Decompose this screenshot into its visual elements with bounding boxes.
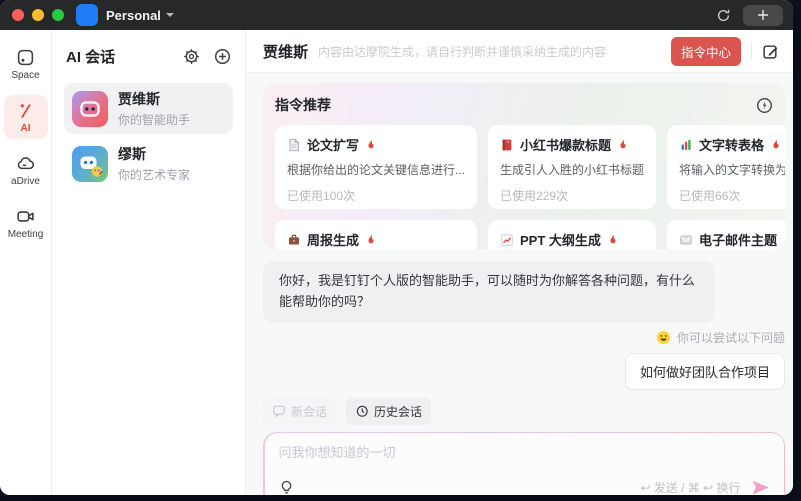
rail-item-label: aDrive (11, 176, 40, 187)
app-logo (76, 4, 98, 26)
video-camera-icon (16, 207, 35, 226)
nav-rail: Space AI aDrive Meeting (0, 30, 52, 495)
assistant-message-bubble: 你好，我是钉钉个人版的智能助手，可以随时为你解答各种问题，有什么能帮助你的吗？ (263, 261, 715, 323)
conversation-desc: 你的智能助手 (118, 111, 190, 128)
smiley-emoji-icon (656, 330, 671, 345)
flame-hot-icon (770, 138, 782, 151)
app-window: Personal Space AI (0, 0, 793, 495)
panel-title: 指令推荐 (275, 95, 331, 115)
composer: ↩ 发送 / ⌘ ↩ 换行 (265, 433, 784, 495)
prompt-card-usage: 已使用66次 (679, 187, 785, 204)
prompt-card-usage: 已使用100次 (287, 187, 465, 204)
command-center-button[interactable]: 指令中心 (671, 37, 741, 66)
conversation-item-muse[interactable]: 缪斯 你的艺术专家 (64, 138, 233, 189)
history-button[interactable]: 历史会话 (346, 398, 431, 425)
prompt-card[interactable]: 小红书爆款标题 生成引人入胜的小红书标题 已使用229次 (488, 125, 656, 209)
send-shortcut-hint: ↩ 发送 / ⌘ ↩ 换行 (640, 479, 740, 495)
prompt-card[interactable]: 文字转表格 将输入的文字转换为表格 已使用66次 (667, 125, 785, 209)
history-clock-icon (355, 404, 369, 418)
titlebar: Personal (0, 0, 793, 30)
jarvis-avatar (72, 91, 108, 127)
rail-item-label: AI (21, 123, 31, 134)
refresh-prompts-icon[interactable] (756, 97, 773, 114)
rail-item-label: Space (11, 70, 39, 81)
composer-border: ↩ 发送 / ⌘ ↩ 换行 (263, 432, 785, 495)
chat-header: 贾维斯 内容由达摩院生成，请自行判断并谨慎采纳生成的内容 指令中心 (246, 30, 793, 73)
space-icon (16, 48, 35, 67)
flame-hot-icon (617, 138, 629, 151)
prompt-card[interactable]: 电子邮件主题 (667, 220, 785, 249)
rail-item-adrive[interactable]: aDrive (4, 148, 48, 192)
prompt-cards-grid: 论文扩写 根据你给出的论文关键信息进行... 已使用100次 小红书爆款标题 (275, 125, 773, 249)
muse-avatar (72, 146, 108, 182)
prompt-card[interactable]: 论文扩写 根据你给出的论文关键信息进行... 已使用100次 (275, 125, 477, 209)
chat-scroll-area[interactable]: 指令推荐 论文扩写 根据你给出的论文关键信息进行... (246, 73, 793, 495)
conversation-item-jarvis[interactable]: 贾维斯 你的智能助手 (64, 83, 233, 134)
flame-hot-icon (783, 233, 785, 246)
lightbulb-icon[interactable] (279, 480, 294, 495)
sidebar-title: AI 会话 (66, 46, 115, 67)
chat-actions: 新会话 历史会话 (263, 398, 785, 425)
prompt-card[interactable]: 周报生成 (275, 220, 477, 249)
chevron-down-icon (166, 13, 174, 17)
workspace-name: Personal (106, 8, 161, 23)
line-chart-icon (500, 233, 514, 247)
ai-disclaimer: 内容由达摩院生成，请自行判断并谨慎采纳生成的内容 (318, 43, 606, 60)
chat-title: 贾维斯 (263, 41, 308, 62)
conversation-sidebar: AI 会话 贾维斯 你的智能助手 (52, 30, 246, 495)
mail-icon (679, 233, 693, 247)
rail-item-ai[interactable]: AI (4, 95, 48, 139)
suggestion-tip-label: 你可以尝试以下问题 (677, 329, 785, 346)
conversation-desc: 你的艺术专家 (118, 166, 190, 183)
rail-item-meeting[interactable]: Meeting (4, 201, 48, 245)
rail-item-space[interactable]: Space (4, 42, 48, 86)
plus-icon (757, 9, 769, 21)
divider (751, 43, 752, 59)
document-icon (287, 138, 301, 152)
conversation-name: 缪斯 (118, 144, 190, 164)
flame-hot-icon (365, 138, 377, 151)
ai-magic-pen-icon (16, 101, 35, 120)
traffic-lights (12, 9, 64, 21)
new-tab-button[interactable] (743, 5, 783, 26)
chat-main: 贾维斯 内容由达摩院生成，请自行判断并谨慎采纳生成的内容 指令中心 指令推荐 (246, 30, 793, 495)
settings-gear-icon[interactable] (183, 48, 200, 65)
new-conversation-plus-icon[interactable] (214, 48, 231, 65)
briefcase-icon (287, 233, 301, 247)
send-button[interactable] (751, 479, 770, 495)
bar-chart-icon (679, 138, 693, 152)
prompt-recommendation-panel: 指令推荐 论文扩写 根据你给出的论文关键信息进行... (263, 83, 785, 249)
workspace-switcher[interactable]: Personal (106, 8, 174, 23)
prompt-card-usage: 已使用229次 (500, 187, 644, 204)
prompt-card-desc: 将输入的文字转换为表格 (679, 161, 785, 178)
rail-item-label: Meeting (8, 229, 44, 240)
flame-hot-icon (607, 233, 619, 246)
suggestion-tip-row: 你可以尝试以下问题 (263, 329, 785, 346)
red-book-icon (500, 138, 514, 152)
chat-bubble-icon (272, 404, 286, 418)
prompt-card-desc: 生成引人入胜的小红书标题 (500, 161, 644, 178)
suggested-question-button[interactable]: 如何做好团队合作项目 (625, 353, 785, 390)
new-chat-button[interactable]: 新会话 (263, 398, 336, 425)
refresh-icon[interactable] (716, 8, 731, 23)
prompt-card[interactable]: PPT 大纲生成 (488, 220, 656, 249)
flame-hot-icon (365, 233, 377, 246)
zoom-window-button[interactable] (52, 9, 64, 21)
cloud-icon (16, 154, 35, 173)
message-input[interactable] (279, 442, 770, 479)
close-window-button[interactable] (12, 9, 24, 21)
compose-edit-icon[interactable] (762, 43, 779, 60)
prompt-card-desc: 根据你给出的论文关键信息进行... (287, 161, 465, 178)
minimize-window-button[interactable] (32, 9, 44, 21)
conversation-name: 贾维斯 (118, 89, 190, 109)
